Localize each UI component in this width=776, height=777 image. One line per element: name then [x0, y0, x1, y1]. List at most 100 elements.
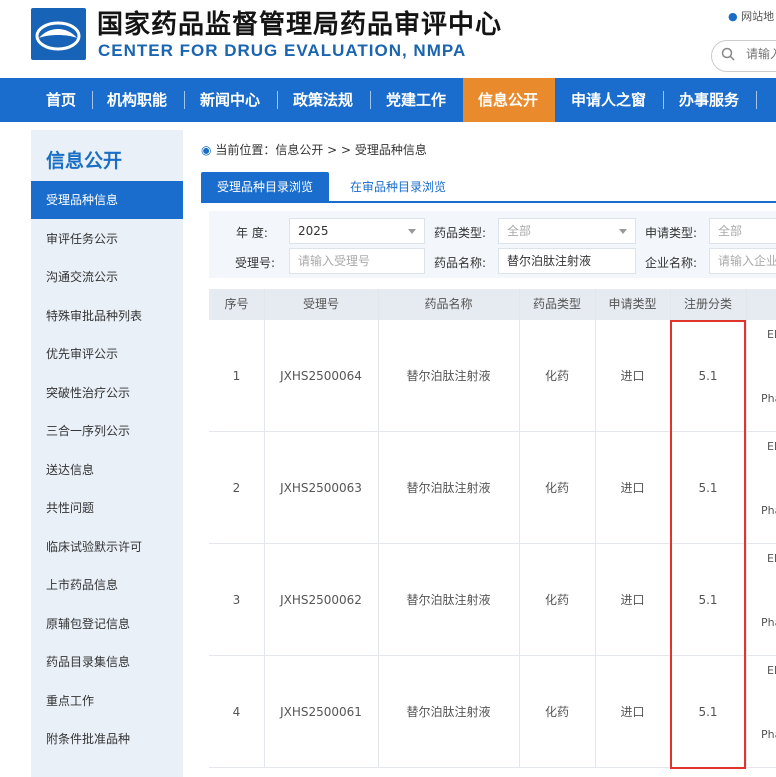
cell-applicant-line1: El — [767, 552, 776, 565]
cell-applicant-line1: El — [767, 440, 776, 453]
cell-apply-type: 进口 — [620, 593, 645, 607]
nav-divider — [370, 91, 371, 109]
cell-reg-class: 5.1 — [698, 705, 718, 719]
sidebar-item-api-registration[interactable]: 原辅包登记信息 — [31, 605, 183, 643]
nav-item-news[interactable]: 新闻中心 — [200, 78, 260, 122]
table-header: 序号 受理号 药品名称 药品类型 申请类型 注册分类 — [209, 289, 776, 320]
col-header-no: 序号 — [224, 297, 249, 311]
tab-under-review-catalog[interactable]: 在审品种目录浏览 — [339, 172, 457, 203]
cell-no: 4 — [232, 705, 241, 719]
cell-reg-class: 5.1 — [698, 593, 718, 607]
nav-divider — [184, 91, 185, 109]
site-title-en: CENTER FOR DRUG EVALUATION, NMPA — [98, 41, 467, 60]
cell-reg-class: 5.1 — [698, 369, 718, 383]
table-row[interactable]: 4 JXHS2500061 替尔泊肽注射液 化药 进口 5.1 El Pha — [209, 656, 776, 768]
cell-drug-type: 化药 — [544, 369, 569, 383]
cell-applicant-line2: Pha — [761, 616, 776, 629]
main-nav: 首页 机构职能 新闻中心 政策法规 党建工作 信息公开 申请人之窗 办事服务 — [0, 78, 776, 122]
tab-bar: 受理品种目录浏览 在审品种目录浏览 — [201, 170, 776, 203]
tab-accepted-catalog[interactable]: 受理品种目录浏览 — [201, 172, 329, 203]
cell-apply-type: 进口 — [620, 705, 645, 719]
breadcrumb-text: 当前位置：信息公开 > > 受理品种信息 — [215, 143, 427, 157]
cell-applicant-line2: Pha — [761, 728, 776, 741]
sidebar-item-review-tasks[interactable]: 审评任务公示 — [31, 220, 183, 258]
sidebar-item-clinical-trial[interactable]: 临床试验默示许可 — [31, 528, 183, 566]
chevron-down-icon — [619, 229, 627, 234]
col-header-accept-no: 受理号 — [302, 297, 339, 311]
nav-item-functions[interactable]: 机构职能 — [107, 78, 167, 122]
nav-divider — [92, 91, 93, 109]
nav-item-applicant[interactable]: 申请人之窗 — [571, 78, 646, 122]
sidebar: 信息公开 受理品种信息 审评任务公示 沟通交流公示 特殊审批品种列表 优先审评公… — [31, 130, 183, 777]
cell-drug-type: 化药 — [544, 593, 569, 607]
cell-no: 3 — [232, 593, 241, 607]
sidebar-item-three-in-one[interactable]: 三合一序列公示 — [31, 412, 183, 450]
location-pin-icon: ◉ — [201, 143, 212, 157]
nmpa-logo-icon[interactable] — [31, 8, 86, 60]
cell-drug-name: 替尔泊肽注射液 — [406, 705, 491, 719]
company-label: 企业名称: — [645, 256, 698, 270]
col-header-drug-name: 药品名称 — [424, 297, 473, 311]
cell-drug-name: 替尔泊肽注射液 — [406, 593, 491, 607]
nav-item-policy[interactable]: 政策法规 — [293, 78, 353, 122]
drug-type-label: 药品类型: — [434, 226, 487, 240]
breadcrumb: ◉ 当前位置：信息公开 > > 受理品种信息 — [201, 141, 427, 158]
search-input[interactable] — [746, 47, 776, 61]
col-header-reg-class: 注册分类 — [683, 297, 732, 311]
nav-item-party[interactable]: 党建工作 — [386, 78, 446, 122]
nav-divider — [756, 91, 757, 109]
nav-item-info-public[interactable]: 信息公开 — [463, 78, 555, 122]
cell-no: 2 — [232, 481, 241, 495]
drug-type-select[interactable]: 全部 — [498, 218, 636, 244]
nav-item-home[interactable]: 首页 — [46, 78, 76, 122]
chevron-down-icon — [408, 229, 416, 234]
table-gridline — [595, 289, 596, 768]
col-header-drug-type: 药品类型 — [532, 297, 581, 311]
table-row[interactable]: 1 JXHS2500064 替尔泊肽注射液 化药 进口 5.1 El Pha — [209, 320, 776, 432]
cell-accept-no: JXHS2500062 — [280, 593, 362, 607]
cell-drug-name: 替尔泊肽注射液 — [406, 481, 491, 495]
sidebar-item-breakthrough[interactable]: 突破性治疗公示 — [31, 374, 183, 412]
nav-divider — [277, 91, 278, 109]
cell-accept-no: JXHS2500063 — [280, 481, 362, 495]
cell-accept-no: JXHS2500064 — [280, 369, 362, 383]
sidebar-item-delivery[interactable]: 送达信息 — [31, 451, 183, 489]
site-title-cn: 国家药品监督管理局药品审评中心 — [97, 10, 503, 40]
search-box[interactable] — [711, 40, 776, 72]
year-label: 年 度: — [236, 226, 268, 240]
table-gridline — [670, 289, 671, 768]
sitemap-link[interactable]: ● 网站地 — [728, 8, 774, 24]
nav-item-services[interactable]: 办事服务 — [679, 78, 739, 122]
sidebar-item-marketed-drugs[interactable]: 上市药品信息 — [31, 566, 183, 604]
drug-name-input[interactable]: 替尔泊肽注射液 — [498, 248, 636, 274]
sidebar-item-special-approval[interactable]: 特殊审批品种列表 — [31, 297, 183, 335]
filter-panel: 年 度: 2025 药品类型: 全部 申请类型: 全部 受理号: 请输入受理号 … — [209, 211, 776, 278]
cell-drug-name: 替尔泊肽注射液 — [406, 369, 491, 383]
sidebar-item-priority-review[interactable]: 优先审评公示 — [31, 335, 183, 373]
sidebar-item-drug-catalog[interactable]: 药品目录集信息 — [31, 643, 183, 681]
sidebar-item-common-issues[interactable]: 共性问题 — [31, 489, 183, 527]
cell-applicant-line2: Pha — [761, 504, 776, 517]
year-select[interactable]: 2025 — [289, 218, 425, 244]
cell-accept-no: JXHS2500061 — [280, 705, 362, 719]
accept-no-label: 受理号: — [235, 256, 276, 270]
year-value: 2025 — [298, 224, 329, 238]
sidebar-item-communication[interactable]: 沟通交流公示 — [31, 258, 183, 296]
apply-type-value: 全部 — [718, 224, 743, 238]
company-input[interactable]: 请输入企业名 — [709, 248, 776, 274]
cell-applicant-line2: Pha — [761, 392, 776, 405]
cell-reg-class: 5.1 — [698, 481, 718, 495]
table-row[interactable]: 3 JXHS2500062 替尔泊肽注射液 化药 进口 5.1 El Pha — [209, 544, 776, 656]
accept-no-input[interactable]: 请输入受理号 — [289, 248, 425, 274]
table-gridline — [746, 289, 747, 768]
sidebar-title: 信息公开 — [46, 150, 123, 172]
table-gridline — [378, 289, 379, 768]
search-icon[interactable] — [721, 47, 735, 61]
sidebar-item-accepted-varieties[interactable]: 受理品种信息 — [31, 181, 183, 219]
cell-applicant-line1: El — [767, 328, 776, 341]
table-row[interactable]: 2 JXHS2500063 替尔泊肽注射液 化药 进口 5.1 El Pha — [209, 432, 776, 544]
map-pin-icon: ● — [728, 10, 738, 23]
sidebar-item-key-work[interactable]: 重点工作 — [31, 682, 183, 720]
sidebar-item-conditional-approval[interactable]: 附条件批准品种 — [31, 720, 183, 758]
apply-type-select[interactable]: 全部 — [709, 218, 776, 244]
